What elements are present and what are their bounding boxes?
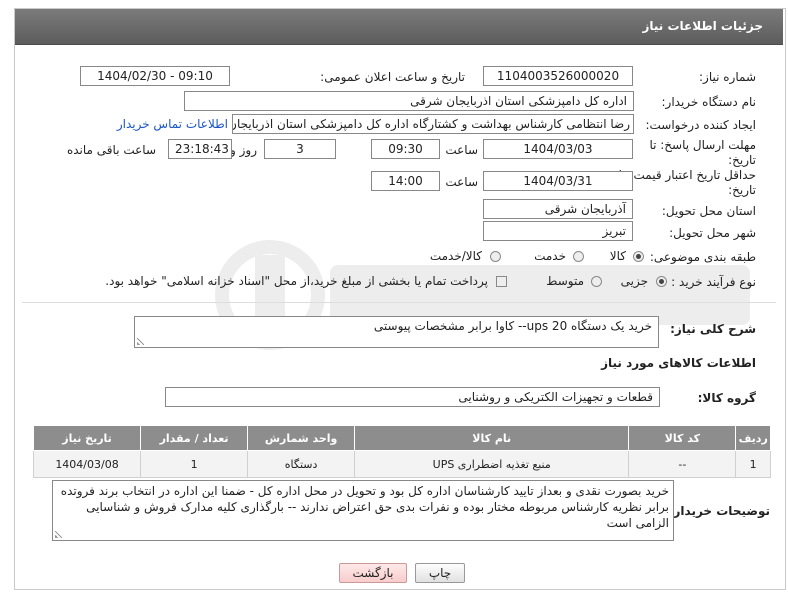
category-radio-goods[interactable] xyxy=(633,251,644,262)
delivery-province-label: استان محل تحویل: xyxy=(661,204,756,218)
remaining-time-field: 23:18:43 xyxy=(168,139,232,159)
col-goods-code: کد کالا xyxy=(628,425,737,451)
category-option-service: خدمت xyxy=(534,249,566,263)
category-option-goods-service: کالا/خدمت xyxy=(429,249,482,263)
requester-label: ایجاد کننده درخواست: xyxy=(645,118,756,132)
col-need-date: تاریخ نیاز xyxy=(32,425,142,451)
category-radio-service[interactable] xyxy=(573,251,584,262)
items-table: ردیف کد کالا نام کالا واحد شمارش تعداد /… xyxy=(32,425,771,478)
purchase-type-label: نوع فرآیند خرید : xyxy=(671,275,756,289)
announce-date-label: تاریخ و ساعت اعلان عمومی: xyxy=(320,70,465,84)
price-validity-time-label: ساعت xyxy=(445,175,478,189)
treasury-checkbox[interactable] xyxy=(496,276,507,287)
description-label: شرح کلی نیاز: xyxy=(670,322,756,336)
cell-unit: دستگاه xyxy=(247,450,356,478)
description-text: خرید یک دستگاه ups 20-- کاوا برابر مشخصا… xyxy=(373,319,652,333)
header-bar: جزئیات اطلاعات نیاز xyxy=(15,9,783,45)
col-unit: واحد شمارش xyxy=(247,425,356,451)
price-validity-label: حداقل تاریخ اعتبار قیمت: تا تاریخ: xyxy=(618,168,756,197)
buyer-notes-label: توضیحات خریدار: xyxy=(668,504,770,518)
category-label: طبقه بندی موضوعی: xyxy=(649,250,756,264)
cell-goods-name: منبع تغذیه اضطراری UPS xyxy=(354,450,630,478)
price-validity-date-field: 1404/03/31 xyxy=(483,171,633,191)
purchase-option-medium: متوسط xyxy=(546,274,584,288)
cell-need-date: 1404/03/08 xyxy=(32,450,142,478)
treasury-note: پرداخت تمام یا بخشی از مبلغ خرید،از محل … xyxy=(105,274,488,288)
page-title: جزئیات اطلاعات نیاز xyxy=(642,19,763,33)
category-radio-goods-service[interactable] xyxy=(490,251,501,262)
reply-deadline-label: مهلت ارسال پاسخ: تا تاریخ: xyxy=(649,138,756,167)
col-quantity: تعداد / مقدار xyxy=(140,425,249,451)
resize-grip[interactable] xyxy=(137,338,144,345)
buyer-contact-link[interactable]: اطلاعات تماس خریدار xyxy=(117,117,228,131)
col-row-number: ردیف xyxy=(735,425,771,451)
print-button[interactable]: چاپ xyxy=(415,563,465,583)
purchase-radio-medium[interactable] xyxy=(591,276,602,287)
reply-date-field: 1404/03/03 xyxy=(483,139,633,159)
remaining-label: ساعت باقی مانده xyxy=(66,143,156,157)
cell-goods-code: -- xyxy=(628,450,737,478)
buyer-notes-text: خرید بصورت نقدی و بعداز تایید کارشناسان … xyxy=(60,484,669,530)
buyer-org-label: نام دستگاه خریدار: xyxy=(661,95,757,109)
remaining-days-field: 3 xyxy=(264,139,336,159)
days-label: روز و xyxy=(230,143,257,157)
delivery-city-label: شهر محل تحویل: xyxy=(669,226,756,240)
cell-quantity: 1 xyxy=(140,450,249,478)
goods-section-title: اطلاعات کالاهای مورد نیاز xyxy=(601,356,756,370)
need-number-label: شماره نیاز: xyxy=(699,70,756,84)
purchase-radio-minor[interactable] xyxy=(656,276,667,287)
reply-time-label: ساعت xyxy=(445,143,478,157)
divider xyxy=(22,302,776,303)
table-header-row: ردیف کد کالا نام کالا واحد شمارش تعداد /… xyxy=(32,425,771,451)
goods-group-field: قطعات و تجهیزات الکتریکی و روشنایی xyxy=(165,387,660,407)
description-field: خرید یک دستگاه ups 20-- کاوا برابر مشخصا… xyxy=(134,316,659,348)
announce-date-field: 1404/02/30 - 09:10 xyxy=(80,66,230,86)
buyer-notes-field: خرید بصورت نقدی و بعداز تایید کارشناسان … xyxy=(52,480,674,541)
goods-group-label: گروه کالا: xyxy=(697,391,756,405)
category-option-goods: کالا xyxy=(609,249,626,263)
price-validity-time-field: 14:00 xyxy=(371,171,440,191)
col-goods-name: نام کالا xyxy=(354,425,630,451)
delivery-city-field: تبریز xyxy=(483,221,633,241)
resize-grip[interactable] xyxy=(55,531,62,538)
need-number-field: 1104003526000020 xyxy=(483,66,633,86)
reply-time-field: 09:30 xyxy=(371,139,440,159)
delivery-province-field: آذربایجان شرقی xyxy=(483,199,633,219)
cell-row-number: 1 xyxy=(735,450,771,478)
purchase-option-minor: جزیی xyxy=(620,274,648,288)
table-row: 1 -- منبع تغذیه اضطراری UPS دستگاه 1 140… xyxy=(32,450,771,478)
back-button[interactable]: بازگشت xyxy=(339,563,407,583)
buyer-org-field: اداره کل دامپزشکی استان اذربایجان شرقی xyxy=(184,91,634,111)
requester-field: رضا انتظامی کارشناس بهداشت و کشتارگاه اد… xyxy=(232,114,634,134)
